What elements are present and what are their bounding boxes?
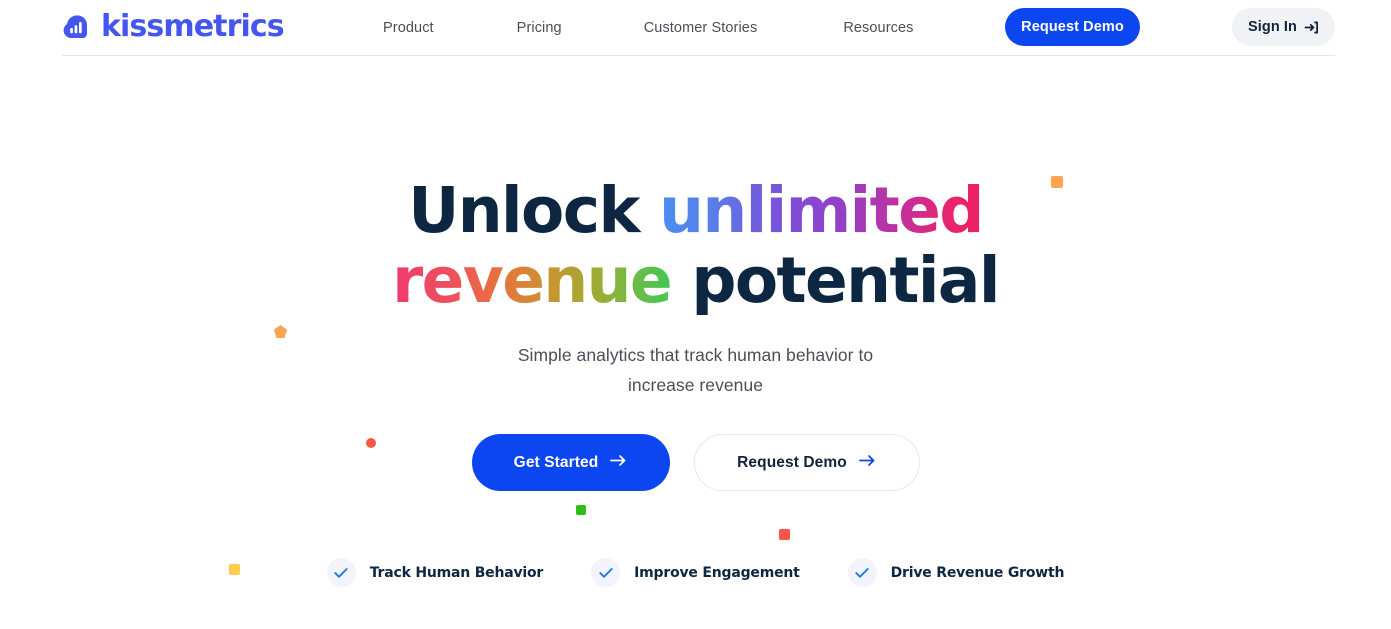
nav-item-product[interactable]: Product	[383, 20, 434, 36]
feature-list: Track Human Behavior Improve Engagement …	[0, 558, 1391, 587]
green-square-center	[576, 505, 586, 515]
get-started-label: Get Started	[513, 453, 599, 471]
hero-section: Unlock unlimited revenue potential Simpl…	[0, 55, 1391, 629]
hero-subtitle: Simple analytics that track human behavi…	[0, 340, 1391, 400]
yellow-square-bottom-left	[229, 564, 240, 575]
red-square-right	[779, 529, 790, 540]
arrow-right-icon	[858, 453, 876, 473]
logo[interactable]: kissmetrics	[62, 9, 285, 44]
site-header: kissmetrics Product Pricing Customer Sto…	[0, 0, 1391, 56]
orange-square-top-right	[1051, 176, 1063, 188]
feature-label: Track Human Behavior	[369, 564, 544, 581]
nav-item-resources[interactable]: Resources	[843, 20, 913, 36]
request-demo-button-hero[interactable]: Request Demo	[693, 434, 920, 491]
check-icon	[326, 558, 356, 587]
page-root: kissmetrics Product Pricing Customer Sto…	[0, 0, 1391, 629]
cta-row: Get Started Request Demo	[0, 434, 1391, 491]
headline-plain-1: Unlock	[408, 174, 660, 247]
red-circle-left	[366, 438, 376, 448]
hero-subtitle-line-2: increase revenue	[627, 375, 764, 395]
request-demo-label: Request Demo	[737, 453, 847, 471]
feature-label: Drive Revenue Growth	[890, 564, 1065, 581]
request-demo-button-header[interactable]: Request Demo	[1005, 8, 1140, 46]
headline-gradient-revenue: revenue	[392, 244, 672, 317]
sign-in-label: Sign In	[1247, 19, 1298, 35]
orange-pentagon-left	[274, 325, 287, 338]
check-icon	[847, 558, 877, 587]
bar-chart-cloud-icon	[62, 12, 92, 42]
check-icon	[591, 558, 621, 587]
nav-item-customer-stories[interactable]: Customer Stories	[644, 20, 758, 36]
get-started-button[interactable]: Get Started	[471, 434, 670, 491]
logo-wordmark: kissmetrics	[101, 9, 285, 44]
nav-item-pricing[interactable]: Pricing	[517, 20, 562, 36]
feature-label: Improve Engagement	[634, 564, 800, 581]
feature-item-track-human-behavior: Track Human Behavior	[326, 558, 544, 587]
main-nav: Product Pricing Customer Stories Resourc…	[383, 0, 914, 55]
feature-item-improve-engagement: Improve Engagement	[591, 558, 800, 587]
headline-gradient-unlimited: unlimited	[659, 174, 984, 247]
sign-in-button[interactable]: Sign In	[1232, 8, 1335, 46]
feature-item-drive-revenue-growth: Drive Revenue Growth	[847, 558, 1065, 587]
arrow-right-icon	[610, 453, 627, 473]
page-title: Unlock unlimited revenue potential	[0, 176, 1391, 316]
sign-in-arrow-icon	[1304, 20, 1319, 35]
headline-plain-2: potential	[671, 244, 1000, 317]
hero-subtitle-line-1: Simple analytics that track human behavi…	[517, 345, 874, 365]
